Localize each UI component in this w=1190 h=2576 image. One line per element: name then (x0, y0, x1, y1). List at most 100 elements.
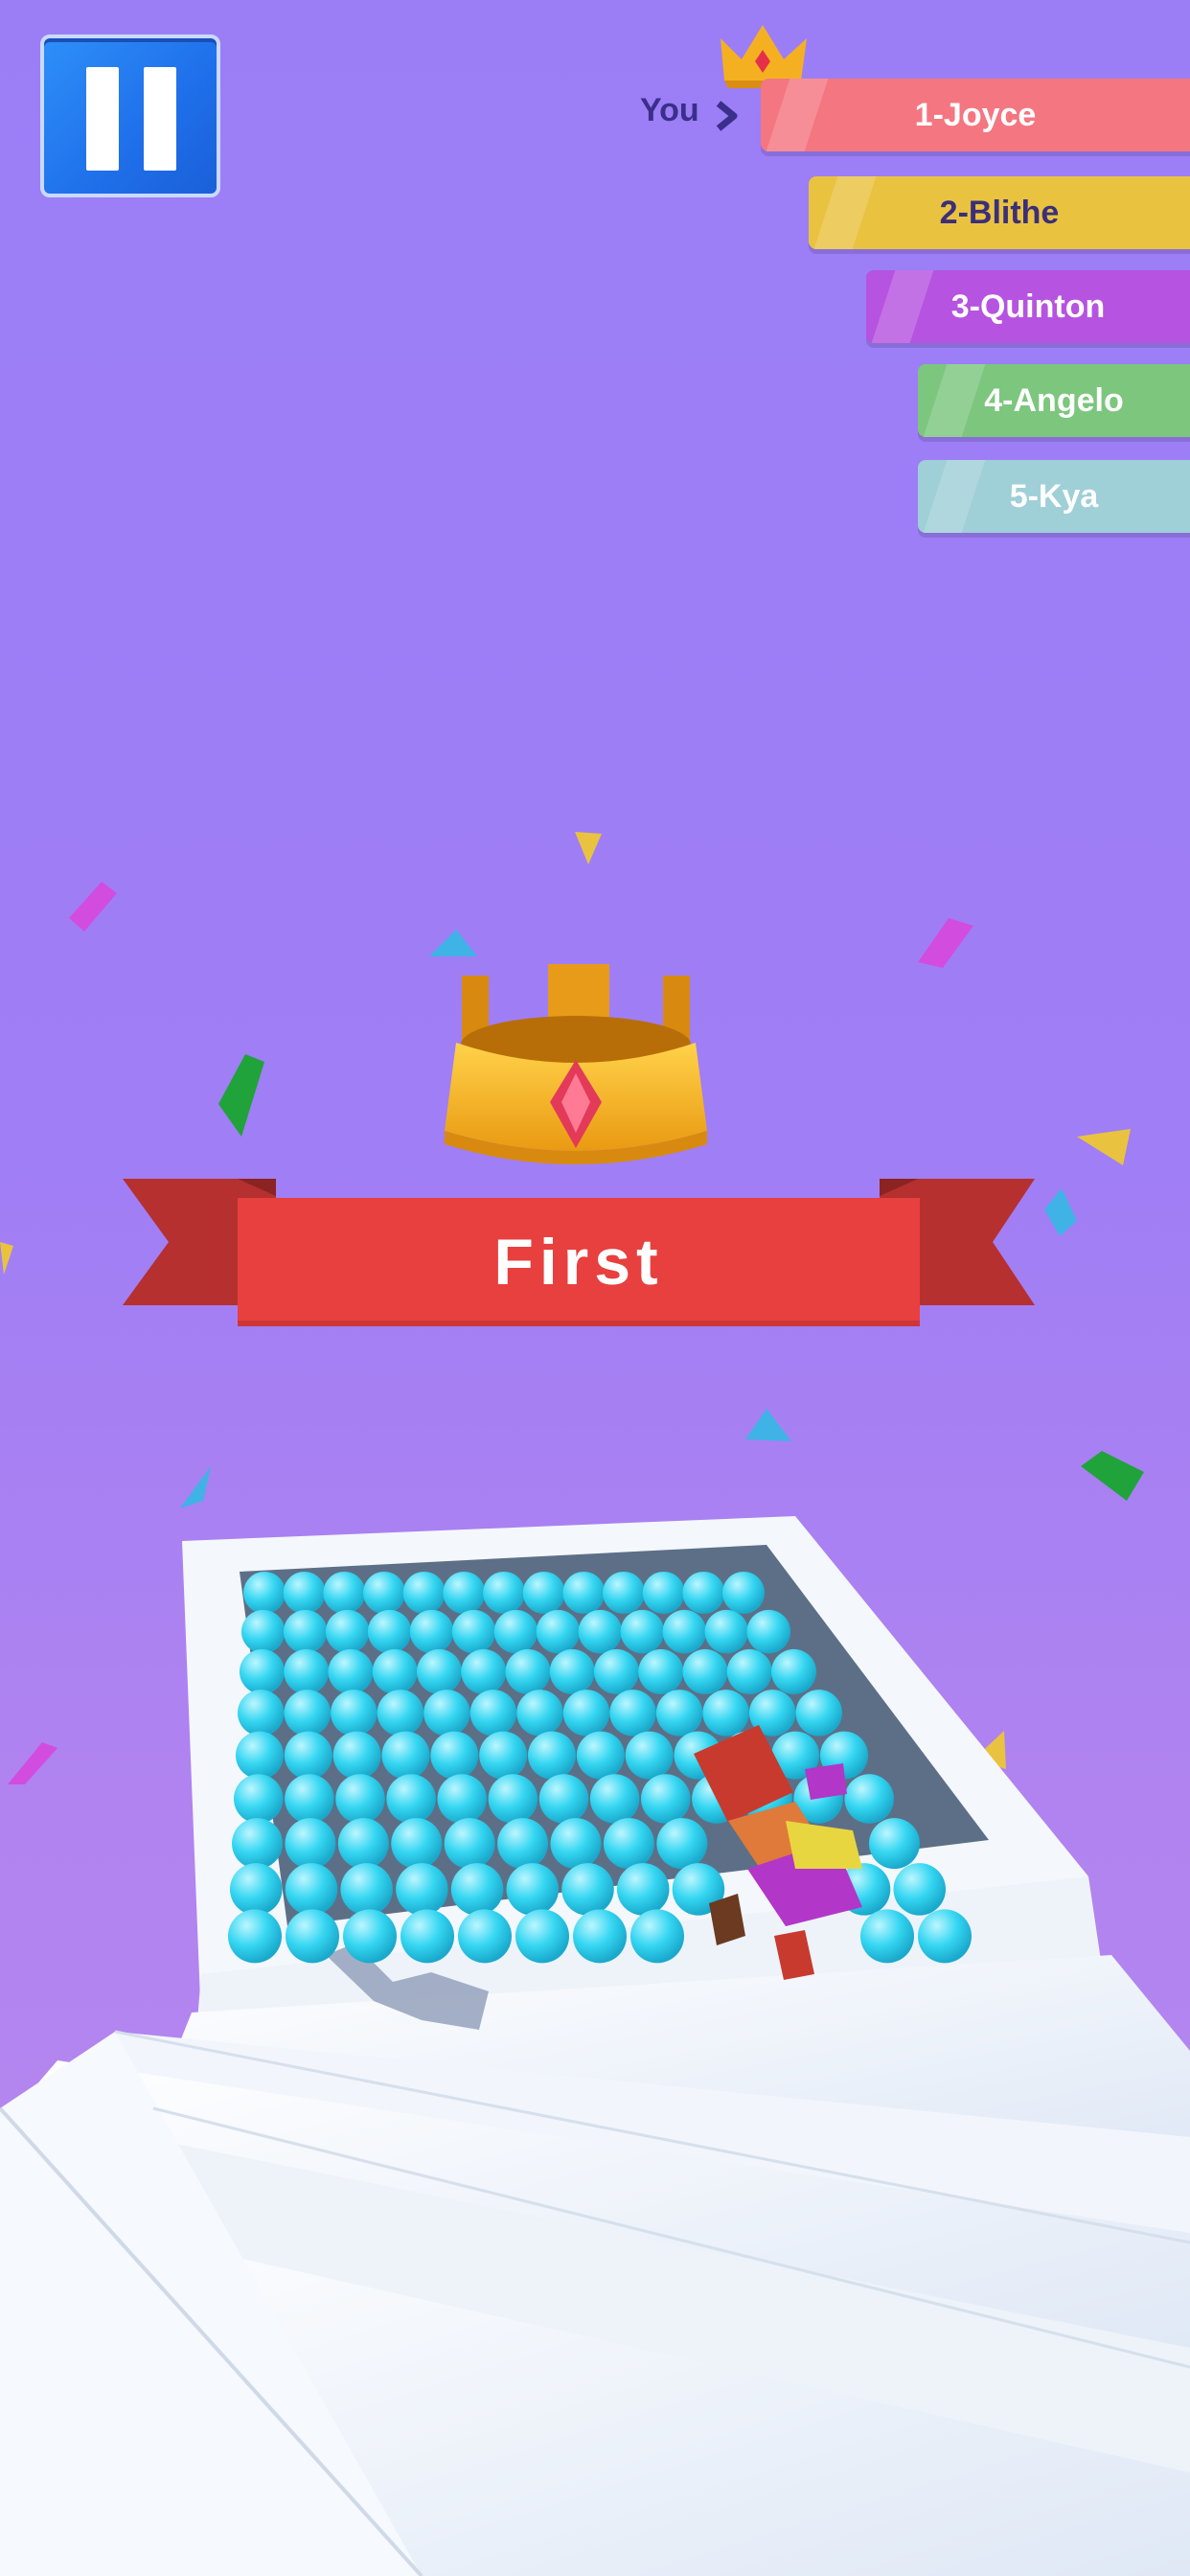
ball (377, 1690, 424, 1736)
ball (444, 1818, 495, 1870)
ball (232, 1818, 283, 1870)
ball (479, 1731, 528, 1780)
ball (340, 1863, 393, 1916)
ball (578, 1609, 623, 1654)
ball (443, 1572, 486, 1614)
ball (609, 1690, 656, 1736)
ball (538, 1774, 589, 1824)
pause-button[interactable] (40, 34, 220, 197)
ball (423, 1690, 470, 1736)
ball (335, 1774, 385, 1824)
ball (573, 1909, 627, 1964)
ball (461, 1648, 507, 1694)
ball (662, 1609, 707, 1654)
ball (795, 1690, 842, 1736)
ball (391, 1818, 443, 1870)
ball (869, 1818, 920, 1870)
ball (918, 1909, 972, 1964)
rank-text: First (493, 1226, 664, 1299)
ball (284, 1648, 330, 1694)
ball (400, 1909, 454, 1964)
ball (594, 1648, 639, 1694)
leaderboard-entry-5: 5-Kya (918, 460, 1190, 533)
ball (516, 1690, 563, 1736)
leaderboard-entry-1: 1-Joyce (761, 79, 1190, 151)
ball (381, 1731, 430, 1780)
ball (458, 1909, 512, 1964)
ball (396, 1863, 448, 1916)
ball (656, 1818, 708, 1870)
ball (238, 1690, 285, 1736)
ball (550, 1818, 602, 1870)
ball-pit-scene (0, 1516, 1190, 2576)
ball (638, 1648, 684, 1694)
ball (702, 1690, 749, 1736)
ball (497, 1818, 549, 1870)
ball (620, 1609, 665, 1654)
ball (343, 1909, 397, 1964)
ball (726, 1648, 772, 1694)
ball (893, 1863, 946, 1916)
ball (562, 1690, 610, 1736)
ball (536, 1609, 581, 1654)
ball (285, 1774, 334, 1824)
ball (641, 1774, 691, 1824)
ball (630, 1909, 684, 1964)
ball (746, 1609, 790, 1654)
ball (603, 1818, 654, 1870)
ball (236, 1731, 284, 1780)
ball (616, 1863, 670, 1916)
ball (522, 1572, 565, 1614)
ball (528, 1731, 576, 1780)
ball (243, 1572, 286, 1614)
ball (505, 1648, 551, 1694)
ball (230, 1863, 283, 1916)
ball (331, 1690, 378, 1736)
ball (488, 1774, 538, 1824)
ball (323, 1572, 366, 1614)
ball (682, 1648, 728, 1694)
ball (234, 1774, 284, 1824)
ball (241, 1609, 286, 1654)
leaderboard-entry-3: 3-Quinton (866, 270, 1190, 343)
ball (417, 1648, 462, 1694)
ball (372, 1648, 418, 1694)
ball (228, 1909, 282, 1964)
ball (284, 1731, 332, 1780)
ball (506, 1863, 560, 1916)
ball (562, 1572, 606, 1614)
ball (561, 1863, 614, 1916)
ball (284, 1690, 332, 1736)
ball (283, 1572, 326, 1614)
ball (704, 1609, 749, 1654)
ball (625, 1731, 674, 1780)
ball (722, 1572, 765, 1614)
ball (283, 1609, 328, 1654)
ball (286, 1909, 339, 1964)
pause-icon (86, 67, 119, 171)
ball (325, 1609, 370, 1654)
you-label: You (640, 92, 699, 128)
ball (409, 1609, 454, 1654)
ball (332, 1731, 381, 1780)
ball (367, 1609, 412, 1654)
ball (240, 1648, 285, 1694)
ball (363, 1572, 405, 1614)
ball (451, 1609, 496, 1654)
ball (549, 1648, 595, 1694)
ball (589, 1774, 640, 1824)
ball (493, 1609, 538, 1654)
ball (655, 1690, 703, 1736)
leaderboard-entry-4: 4-Angelo (918, 364, 1190, 437)
ball (337, 1818, 389, 1870)
ball (469, 1690, 517, 1736)
ball (285, 1863, 338, 1916)
result-ribbon: First (238, 1198, 920, 1326)
leaderboard-entry-2: 2-Blithe (809, 176, 1190, 249)
ball (682, 1572, 725, 1614)
ball (576, 1731, 625, 1780)
ball (483, 1572, 525, 1614)
ball (603, 1572, 645, 1614)
ball (450, 1863, 504, 1916)
you-arrow-icon (716, 101, 738, 131)
